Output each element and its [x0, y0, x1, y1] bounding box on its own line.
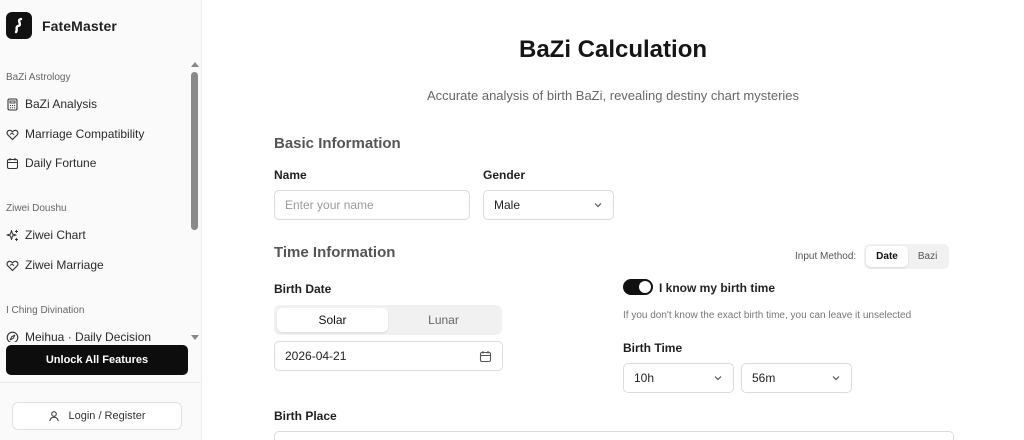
sidebar-item-ziwei-marriage[interactable]: Ziwei Marriage: [6, 258, 104, 272]
input-method: Input Method: Date Bazi: [795, 244, 950, 269]
sidebar-item-bazi-analysis[interactable]: BaZi Analysis: [6, 97, 97, 111]
page-subtitle: Accurate analysis of birth BaZi, reveali…: [426, 88, 800, 103]
calculator-icon: [7, 97, 18, 111]
time-information-title: Time Information: [274, 244, 396, 261]
sidebar-item-label: Marriage Compatibility: [25, 127, 145, 141]
birth-date-input[interactable]: 2026-04-21: [274, 341, 503, 371]
gender-select[interactable]: Male: [483, 190, 614, 220]
gender-label: Gender: [483, 168, 526, 182]
sidebar-item-label: Daily Fortune: [25, 156, 97, 170]
sidebar-nav: BaZi Astrology BaZi Analysis Marriage Co…: [0, 60, 190, 342]
brand[interactable]: FateMaster: [6, 12, 117, 39]
section-bazi-astrology: BaZi Astrology: [6, 72, 71, 83]
brand-name: FateMaster: [42, 17, 117, 34]
scroll-up-arrow-icon[interactable]: [191, 62, 199, 67]
birth-time-label: Birth Time: [623, 341, 683, 355]
page-title: BaZi Calculation: [518, 36, 708, 63]
birth-hour-value: 10h: [634, 371, 655, 385]
birth-place-label: Birth Place: [274, 409, 337, 423]
sidebar: FateMaster BaZi Astrology BaZi Analysis …: [0, 0, 202, 440]
logo-icon: [6, 12, 32, 39]
heart-handshake-icon: [6, 129, 19, 140]
birth-place-input[interactable]: [274, 431, 954, 440]
sidebar-item-label: Ziwei Marriage: [25, 258, 104, 272]
name-label: Name: [274, 168, 307, 182]
sidebar-item-marriage-compatibility[interactable]: Marriage Compatibility: [6, 127, 144, 141]
sidebar-item-meihua-daily-decision[interactable]: Meihua · Daily Decision: [6, 330, 151, 342]
section-ziwei-doushu: Ziwei Doushu: [6, 203, 67, 214]
sidebar-item-daily-fortune[interactable]: Daily Fortune: [6, 156, 96, 170]
calendar-solar-tab[interactable]: Solar: [277, 308, 388, 332]
user-icon: [49, 411, 60, 422]
sidebar-item-label: Meihua · Daily Decision: [25, 330, 152, 342]
login-register-label: Login / Register: [68, 410, 146, 422]
sidebar-item-ziwei-chart[interactable]: Ziwei Chart: [6, 228, 86, 242]
chevron-down-icon: [714, 376, 722, 381]
chevron-down-icon: [594, 203, 602, 208]
chevron-down-icon: [832, 376, 840, 381]
gender-value: Male: [494, 198, 521, 212]
birth-date-label: Birth Date: [274, 282, 332, 296]
calendar-type-toggle: Solar Lunar: [274, 305, 502, 335]
scroll-thumb[interactable]: [191, 72, 198, 230]
name-placeholder: Enter your name: [285, 198, 374, 212]
sparkles-icon: [6, 229, 18, 241]
sidebar-item-label: Ziwei Chart: [25, 228, 86, 242]
input-method-bazi[interactable]: Bazi: [908, 246, 947, 267]
input-method-date[interactable]: Date: [866, 246, 908, 267]
input-method-toggle: Date Bazi: [864, 244, 950, 269]
input-method-label: Input Method:: [795, 251, 857, 262]
calendar-lunar-tab[interactable]: Lunar: [388, 308, 499, 332]
compass-icon: [6, 331, 19, 342]
birth-date-value: 2026-04-21: [285, 349, 347, 363]
birth-hour-select[interactable]: 10h: [623, 363, 734, 393]
sidebar-item-label: BaZi Analysis: [25, 97, 98, 111]
sidebar-divider: [0, 382, 201, 383]
sidebar-scrollbar[interactable]: [190, 60, 200, 342]
basic-information-title: Basic Information: [274, 135, 401, 152]
birth-time-hint: If you don't know the exact birth time, …: [623, 310, 912, 321]
birth-minute-value: 56m: [752, 371, 776, 385]
main-content: BaZi Calculation Accurate analysis of bi…: [202, 0, 1024, 440]
know-birth-time-label: I know my birth time: [659, 281, 776, 295]
section-i-ching-divination: I Ching Divination: [6, 305, 85, 316]
name-input[interactable]: Enter your name: [274, 190, 470, 220]
calendar-icon: [479, 350, 492, 362]
heart-handshake-icon: [6, 260, 19, 271]
login-register-button[interactable]: Login / Register: [12, 402, 182, 430]
scroll-down-arrow-icon[interactable]: [191, 335, 199, 340]
calendar-icon: [6, 157, 19, 169]
know-birth-time-switch[interactable]: [623, 279, 653, 295]
unlock-all-features-button[interactable]: Unlock All Features: [6, 345, 188, 375]
birth-minute-select[interactable]: 56m: [741, 363, 852, 393]
